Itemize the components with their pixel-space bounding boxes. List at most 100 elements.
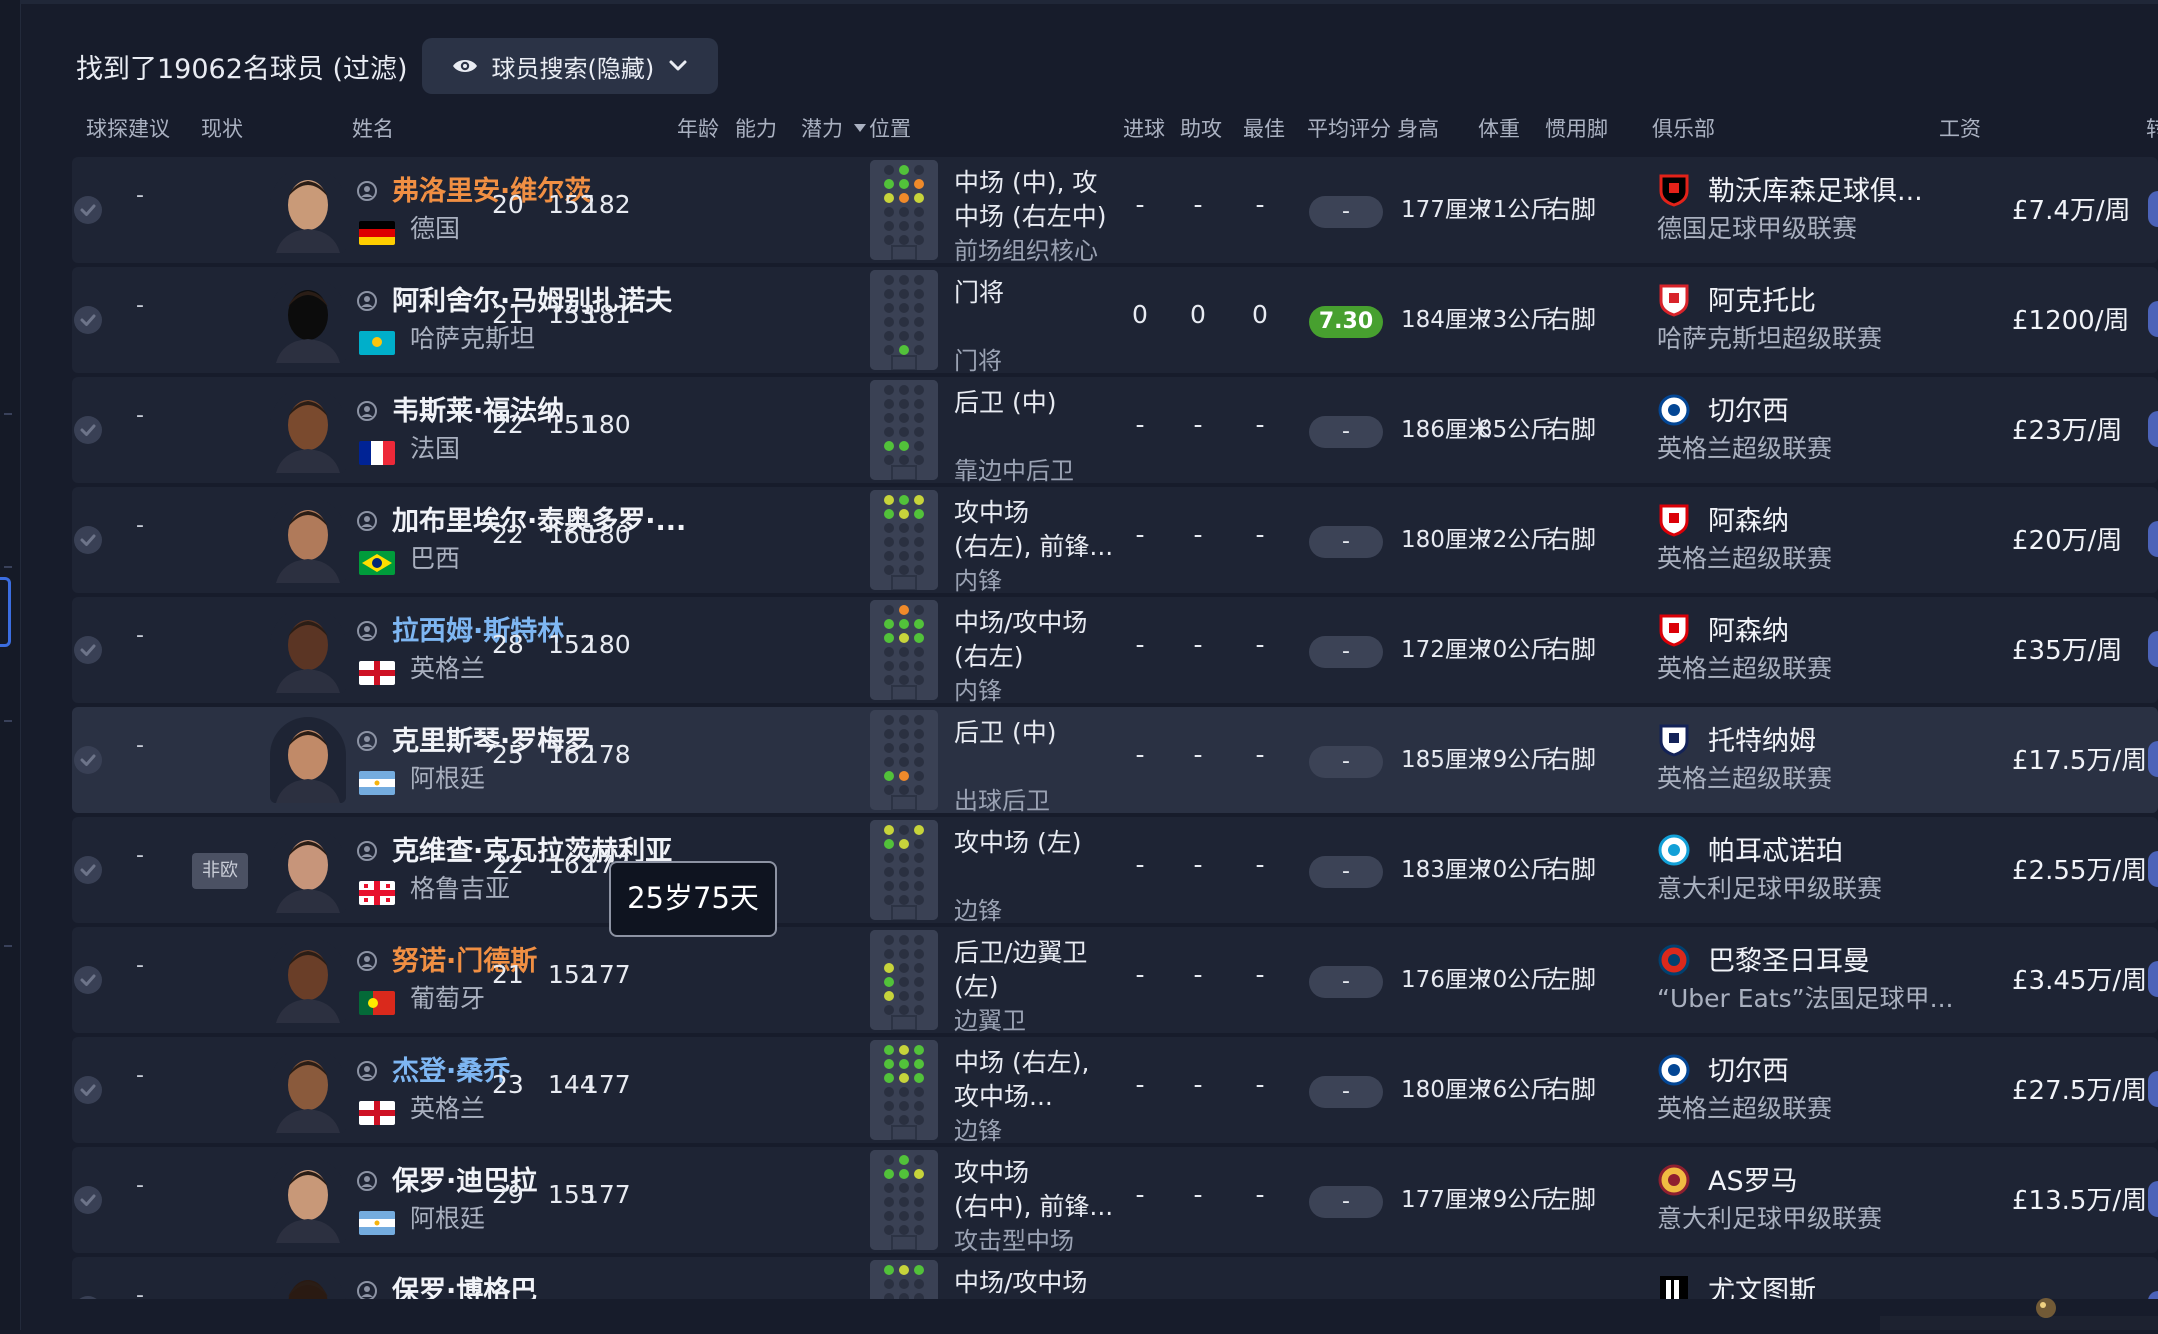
row-action-handle[interactable] bbox=[2148, 301, 2158, 337]
scout-check-icon[interactable] bbox=[74, 636, 102, 664]
scout-check-icon[interactable] bbox=[74, 746, 102, 774]
non-eu-badge: 非欧 bbox=[192, 853, 248, 889]
club-name-link[interactable]: 托特纳姆 bbox=[1708, 719, 1816, 758]
player-age: 21 bbox=[492, 300, 524, 329]
player-nation: 英格兰 bbox=[410, 1094, 486, 1123]
scout-check-icon[interactable] bbox=[74, 856, 102, 884]
portugal-flag-icon bbox=[359, 991, 395, 1015]
col-position[interactable]: 位置 bbox=[869, 113, 911, 143]
col-potential[interactable]: 潜力 bbox=[801, 113, 843, 143]
sidebar-selected-marker[interactable] bbox=[0, 577, 11, 647]
club-name-link[interactable]: 尤文图斯 bbox=[1708, 1269, 1816, 1299]
table-row[interactable]: - 克里斯琴·罗梅罗 阿根廷 25 162 178 后卫 (中) 出球后卫 - - - -185厘米… bbox=[72, 707, 2158, 815]
player-wage: £27.5万/周 bbox=[2012, 1076, 2148, 1106]
player-name-link[interactable]: 加布里埃尔·泰奥多罗·... bbox=[392, 499, 686, 538]
scout-check-icon[interactable] bbox=[74, 1076, 102, 1104]
player-name-link[interactable]: 拉西姆·斯特林 bbox=[392, 609, 564, 648]
club-name-link[interactable]: 帕耳忒诺珀 bbox=[1708, 829, 1843, 868]
col-status[interactable]: 现状 bbox=[201, 113, 243, 143]
scout-check-icon[interactable] bbox=[74, 306, 102, 334]
club-name-link[interactable]: 切尔西 bbox=[1708, 1049, 1789, 1088]
position-pitch-diagram bbox=[870, 1150, 938, 1250]
col-foot[interactable]: 惯用脚 bbox=[1545, 113, 1608, 143]
player-weight: 70公斤 bbox=[1478, 637, 1554, 663]
club-name-link[interactable]: 阿森纳 bbox=[1708, 499, 1789, 538]
player-search-toggle-button[interactable]: 球员搜索(隐藏) bbox=[421, 38, 719, 94]
col-weight[interactable]: 体重 bbox=[1478, 113, 1520, 143]
player-age: 22 bbox=[492, 850, 524, 879]
position-pitch-diagram bbox=[870, 600, 938, 700]
table-row[interactable]: - 杰登·桑乔 英格兰 23 144 177 中场 (右左), 攻中场... 边锋 - - - -18… bbox=[72, 1037, 2158, 1145]
table-row[interactable]: - 拉西姆·斯特林 英格兰 28 152 180 中场/攻中场 (右左) 内锋 - - - -172厘… bbox=[72, 597, 2158, 705]
col-club[interactable]: 俱乐部 bbox=[1652, 113, 1715, 143]
player-name-link[interactable]: 保罗·博格巴 bbox=[392, 1269, 537, 1299]
player-nation: 阿根廷 bbox=[410, 764, 486, 793]
col-wage[interactable]: 工资 bbox=[1939, 113, 1981, 143]
rating-pill: - bbox=[1309, 856, 1383, 888]
table-row[interactable]: - 努诺·门德斯 葡萄牙 21 152 177 后卫/边翼卫 (左) 边翼卫 - - - -176厘米… bbox=[72, 927, 2158, 1035]
row-action-handle[interactable] bbox=[2148, 1181, 2158, 1217]
position-pitch-diagram bbox=[870, 710, 938, 810]
results-header: 找到了19062名球员 (过滤) 球员搜索(隐藏) bbox=[76, 38, 719, 94]
row-action-handle[interactable] bbox=[2148, 1071, 2158, 1107]
player-name-link[interactable]: 韦斯莱·福法纳 bbox=[392, 389, 564, 428]
person-icon bbox=[357, 951, 377, 971]
club-name-link[interactable]: 巴黎圣日耳曼 bbox=[1708, 939, 1870, 978]
scout-advice-value: - bbox=[136, 513, 144, 538]
position-line-2: (右左) bbox=[954, 642, 1024, 671]
position-line-1: 攻中场 bbox=[954, 1158, 1030, 1187]
col-rating[interactable]: 平均评分 bbox=[1307, 113, 1391, 143]
scout-check-icon[interactable] bbox=[74, 1296, 102, 1299]
row-action-handle[interactable] bbox=[2148, 631, 2158, 667]
england-flag-icon bbox=[359, 661, 395, 685]
row-action-handle[interactable] bbox=[2148, 961, 2158, 997]
scout-check-icon[interactable] bbox=[74, 526, 102, 554]
col-scout[interactable]: 球探建议 bbox=[86, 113, 170, 143]
table-row[interactable]: - 保罗·迪巴拉 阿根廷 29 155 177 攻中场 (右中), 前锋... 攻击型中场 - -… bbox=[72, 1147, 2158, 1255]
club-name-link[interactable]: 阿克托比 bbox=[1708, 279, 1816, 318]
row-action-handle[interactable] bbox=[2148, 851, 2158, 887]
club-name-link[interactable]: 勒沃库森足球俱... bbox=[1708, 169, 1923, 208]
table-row[interactable]: - 非欧 克维查·克瓦拉茨赫利亚 格鲁吉亚 22 162 177 攻中场 (左) 边锋 - - - -… bbox=[72, 817, 2158, 925]
rating-pill: - bbox=[1309, 636, 1383, 668]
club-name-link[interactable]: AS罗马 bbox=[1708, 1159, 1798, 1198]
col-height[interactable]: 身高 bbox=[1397, 113, 1439, 143]
row-action-handle[interactable] bbox=[2148, 191, 2158, 227]
scout-advice-value: - bbox=[136, 843, 144, 868]
position-line-1: 后卫/边翼卫 bbox=[954, 938, 1088, 967]
player-weight: 71公斤 bbox=[1478, 197, 1554, 223]
rating-pill: - bbox=[1309, 416, 1383, 448]
person-icon bbox=[357, 1281, 377, 1299]
club-name-link[interactable]: 阿森纳 bbox=[1708, 609, 1789, 648]
table-row[interactable]: - 保罗·博格巴 中场/攻中场 尤文图斯 bbox=[72, 1257, 2158, 1299]
row-action-handle[interactable] bbox=[2148, 741, 2158, 777]
row-action-handle[interactable] bbox=[2148, 521, 2158, 557]
col-ability[interactable]: 能力 bbox=[735, 113, 777, 143]
scout-check-icon[interactable] bbox=[74, 966, 102, 994]
player-nation: 英格兰 bbox=[410, 654, 486, 683]
col-cut[interactable]: 转 bbox=[2146, 113, 2158, 143]
club-crest-icon bbox=[1657, 1273, 1691, 1299]
player-wage: £13.5万/周 bbox=[2012, 1186, 2148, 1216]
table-row[interactable]: - 加布里埃尔·泰奥多罗·... 巴西 22 160 180 攻中场 (右左), 前锋...… bbox=[72, 487, 2158, 595]
table-row[interactable]: - 阿利舍尔·马姆别扎诺夫 哈萨克斯坦 21 153 181 门将 门将 0 0 0 7.30 184… bbox=[72, 267, 2158, 375]
col-name[interactable]: 姓名 bbox=[352, 113, 394, 143]
col-goals[interactable]: 进球 bbox=[1123, 113, 1165, 143]
table-row[interactable]: - 弗洛里安·维尔茨 德国 20 152 182 中场 (中), 攻中场 (右左中) 前场组… bbox=[72, 157, 2158, 265]
scout-check-icon[interactable] bbox=[74, 1186, 102, 1214]
player-wage: £17.5万/周 bbox=[2012, 746, 2148, 776]
club-name-link[interactable]: 切尔西 bbox=[1708, 389, 1789, 428]
player-age: 28 bbox=[492, 630, 524, 659]
club-crest-icon bbox=[1657, 173, 1691, 207]
person-icon bbox=[357, 1171, 377, 1191]
table-row[interactable]: - 韦斯莱·福法纳 法国 22 151 180 后卫 (中) 靠边中后卫 - - - -186厘米 8… bbox=[72, 377, 2158, 485]
scout-check-icon[interactable] bbox=[74, 416, 102, 444]
col-assists[interactable]: 助攻 bbox=[1180, 113, 1222, 143]
col-motm[interactable]: 最佳 bbox=[1243, 113, 1285, 143]
assists-value: - bbox=[1193, 1070, 1203, 1099]
col-age[interactable]: 年龄 bbox=[677, 113, 719, 143]
row-action-handle[interactable] bbox=[2148, 411, 2158, 447]
player-avatar bbox=[270, 1157, 346, 1243]
player-nation: 阿根廷 bbox=[410, 1204, 486, 1233]
scout-check-icon[interactable] bbox=[74, 196, 102, 224]
